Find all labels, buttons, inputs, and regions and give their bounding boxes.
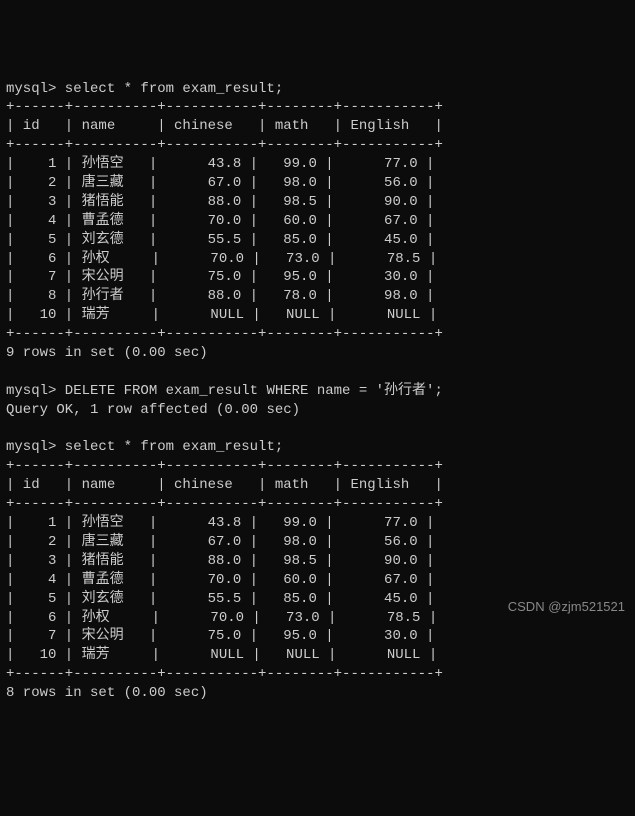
watermark: CSDN @zjm521521 [508,598,625,616]
